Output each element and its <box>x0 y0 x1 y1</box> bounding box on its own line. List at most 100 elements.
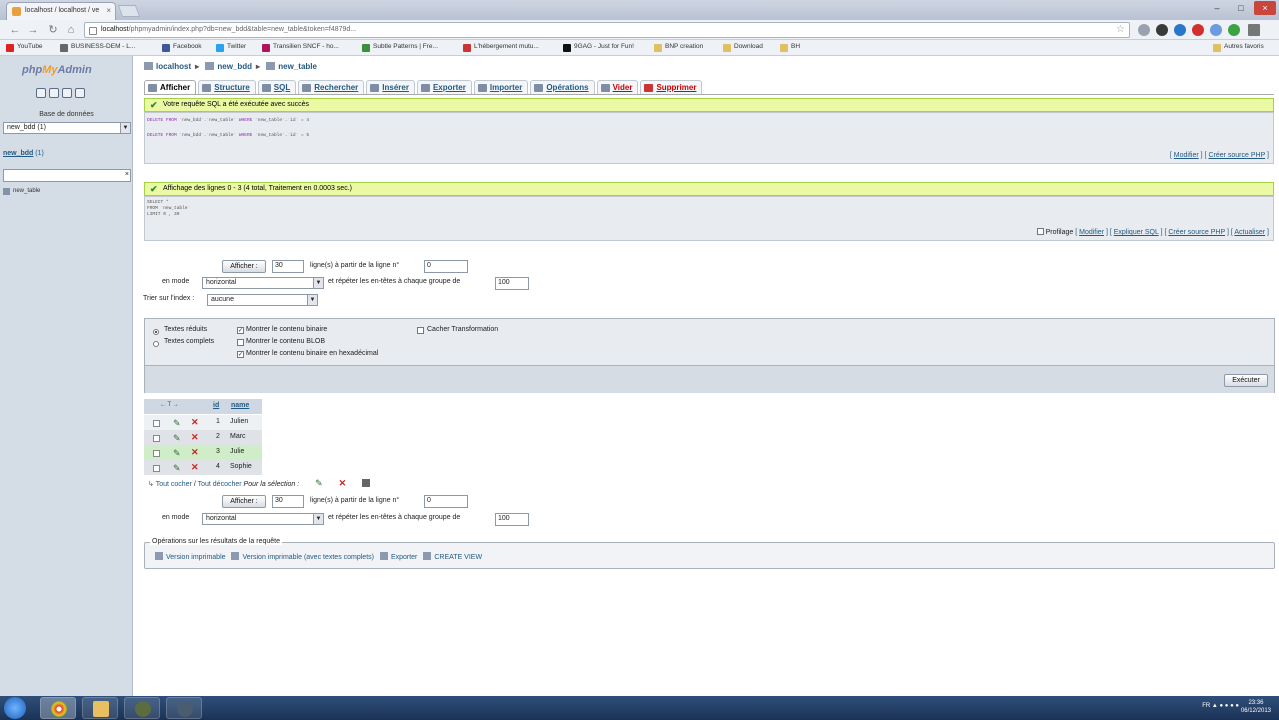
bookmark-download[interactable]: Download <box>723 43 763 54</box>
bookmark-twitter[interactable]: Twitter <box>216 43 246 54</box>
column-header-id[interactable]: id <box>213 402 219 409</box>
tab-structure[interactable]: Structure <box>198 80 256 94</box>
column-header-name[interactable]: name <box>231 402 249 409</box>
tab-drop[interactable]: Supprimer <box>640 80 703 94</box>
start-row-input[interactable]: 0 <box>424 260 468 273</box>
menu-icon[interactable] <box>1248 24 1260 36</box>
tab-sql[interactable]: SQL <box>257 80 297 94</box>
close-tab-icon[interactable]: × <box>106 6 111 15</box>
uncheck-all-link[interactable]: Tout décocher <box>198 481 242 488</box>
new-tab-button[interactable] <box>117 5 141 17</box>
extension-icon[interactable] <box>1192 24 1204 36</box>
reload-icon[interactable] <box>75 88 85 98</box>
hex-checkbox[interactable]: ✓ <box>237 351 244 358</box>
edit-icon[interactable]: ✎ <box>173 448 181 459</box>
breadcrumb-table[interactable]: new_table <box>278 62 317 71</box>
tab-export[interactable]: Exporter <box>416 80 472 94</box>
minimize-icon[interactable]: – <box>1206 1 1228 15</box>
bookmark-bnp[interactable]: BNP creation <box>654 43 703 54</box>
php-source-link[interactable]: Créer source PHP <box>1208 152 1265 159</box>
home-icon[interactable] <box>36 88 46 98</box>
table-row[interactable]: ✎ ✕ 4 Sophie <box>144 460 262 475</box>
binary-checkbox[interactable]: ✓ <box>237 327 244 334</box>
php-source-link[interactable]: Créer source PHP <box>1168 229 1225 236</box>
bookmark-other[interactable]: Autres favoris <box>1213 43 1264 54</box>
mode-select[interactable]: horizontal ▼ <box>202 513 324 525</box>
edit-icon[interactable]: ✎ <box>173 463 181 474</box>
delete-icon[interactable]: ✕ <box>191 417 199 428</box>
show-button[interactable]: Afficher : <box>222 495 266 508</box>
tab-search[interactable]: Rechercher <box>298 80 365 94</box>
rows-input[interactable]: 30 <box>272 260 304 273</box>
blob-checkbox[interactable] <box>237 339 244 346</box>
bookmark-facebook[interactable]: Facebook <box>162 43 202 54</box>
profiling-checkbox[interactable] <box>1036 228 1044 235</box>
taskbar-explorer[interactable] <box>82 697 118 719</box>
start-row-input[interactable]: 0 <box>424 495 468 508</box>
modify-link[interactable]: Modifier <box>1079 229 1104 236</box>
tab-insert[interactable]: Insérer <box>366 80 415 94</box>
row-checkbox[interactable] <box>153 435 160 442</box>
repeat-input[interactable]: 100 <box>495 277 529 290</box>
row-checkbox[interactable] <box>153 420 160 427</box>
sort-select[interactable]: aucune ▼ <box>207 294 318 306</box>
tab-import[interactable]: Importer <box>473 80 529 94</box>
bookmark-youtube[interactable]: YouTube <box>6 43 43 54</box>
sql-window-icon[interactable] <box>49 88 59 98</box>
extension-icon[interactable] <box>1138 24 1150 36</box>
start-button[interactable] <box>4 697 26 719</box>
extension-icon[interactable] <box>1210 24 1222 36</box>
breadcrumb-db[interactable]: new_bdd <box>217 62 252 71</box>
reload-icon[interactable]: ↻ <box>46 23 60 37</box>
refresh-link[interactable]: Actualiser <box>1234 229 1265 236</box>
phpmyadmin-logo[interactable]: phpMyAdmin <box>22 64 92 76</box>
row-checkbox[interactable] <box>153 450 160 457</box>
bookmark-bh[interactable]: BH <box>780 43 800 54</box>
print-link[interactable]: Version imprimable <box>166 554 226 561</box>
column-controls[interactable]: ← T → <box>160 402 179 408</box>
export-selected-icon[interactable] <box>362 479 371 487</box>
bookmark-star-icon[interactable]: ☆ <box>1116 24 1125 35</box>
taskbar-app[interactable] <box>166 697 202 719</box>
language-indicator[interactable]: FR <box>1202 703 1210 709</box>
bookmark-business[interactable]: BUSINESS-DEM - L... <box>60 43 135 54</box>
create-view-link[interactable]: CREATE VIEW <box>434 554 482 561</box>
check-all-link[interactable]: Tout cocher <box>156 481 192 488</box>
database-select[interactable]: new_bdd (1) ▼ <box>3 122 131 134</box>
address-bar[interactable]: localhost/phpmyadmin/index.php?db=new_bd… <box>84 22 1130 38</box>
bookmark-subtle[interactable]: Subtle Patterns | Fre... <box>362 43 438 54</box>
hide-transform-checkbox[interactable] <box>417 327 424 334</box>
maximize-icon[interactable]: □ <box>1230 1 1252 15</box>
extension-icon[interactable] <box>1174 24 1186 36</box>
breadcrumb-server[interactable]: localhost <box>156 62 191 71</box>
taskbar-app[interactable] <box>124 697 160 719</box>
clock[interactable]: 23:36 06/12/2013 <box>1241 699 1271 715</box>
home-icon[interactable]: ⌂ <box>64 23 78 37</box>
tab-browse[interactable]: Afficher <box>144 80 197 94</box>
delete-icon[interactable]: ✕ <box>191 462 199 473</box>
repeat-input[interactable]: 100 <box>495 513 529 526</box>
table-link[interactable]: new_table <box>3 188 40 195</box>
table-row[interactable]: ✎ ✕ 1 Julien <box>144 415 262 430</box>
print-full-link[interactable]: Version imprimable (avec textes complets… <box>242 554 374 561</box>
bookmark-hebergement[interactable]: L'hébergement mutu... <box>463 43 539 54</box>
table-filter-input[interactable]: × <box>3 169 131 182</box>
extension-icon[interactable] <box>1228 24 1240 36</box>
tab-empty[interactable]: Vider <box>596 80 639 94</box>
database-link[interactable]: new_bdd (1) <box>3 150 44 157</box>
tab-operations[interactable]: Opérations <box>530 80 595 94</box>
back-icon[interactable]: ← <box>8 23 22 37</box>
partial-texts-radio[interactable] <box>153 329 159 335</box>
delete-selected-icon[interactable]: ✕ <box>339 478 347 488</box>
export-link[interactable]: Exporter <box>391 554 417 561</box>
explain-link[interactable]: Expliquer SQL <box>1114 229 1159 236</box>
close-window-icon[interactable]: × <box>1254 1 1276 15</box>
full-texts-radio[interactable] <box>153 341 159 347</box>
bookmark-9gag[interactable]: 9GAG - Just for Fun! <box>563 43 634 54</box>
docs-icon[interactable] <box>62 88 72 98</box>
browser-tab[interactable]: localhost / localhost / ve × <box>6 2 116 20</box>
modify-link[interactable]: Modifier <box>1174 152 1199 159</box>
edit-selected-icon[interactable]: ✎ <box>315 478 323 488</box>
delete-icon[interactable]: ✕ <box>191 447 199 458</box>
clear-icon[interactable]: × <box>125 171 129 178</box>
